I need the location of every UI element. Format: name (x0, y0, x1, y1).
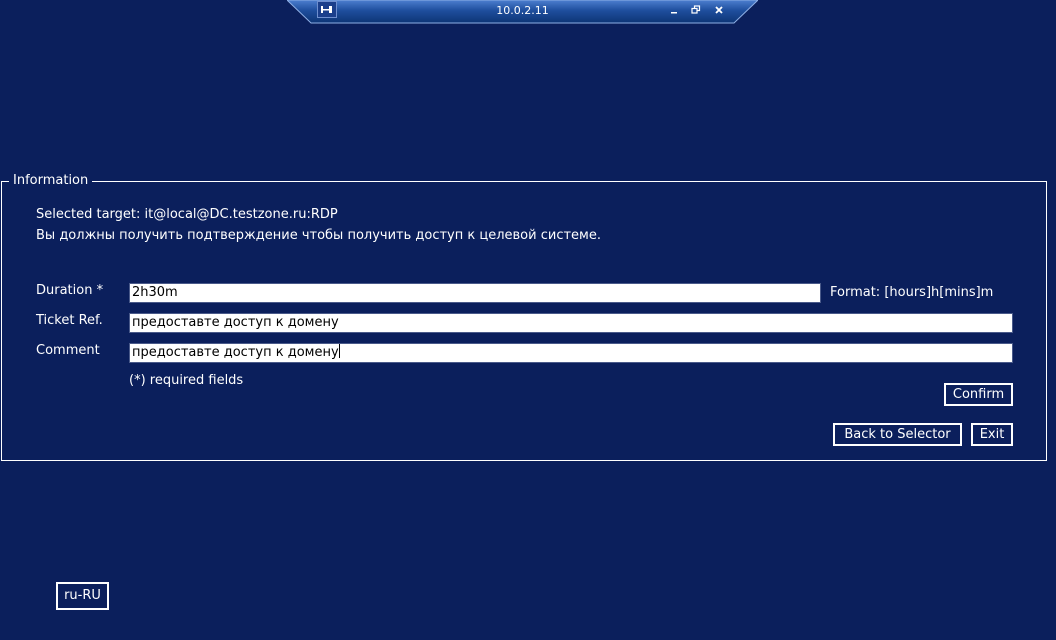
selected-target-text: Selected target: it@local@DC.testzone.ru… (36, 207, 338, 222)
connection-title: 10.0.2.11 (496, 4, 549, 17)
ticket-ref-value: предоставте доступ к домену (132, 315, 339, 330)
connection-bar: 10.0.2.11 (287, 0, 758, 24)
close-button[interactable] (712, 3, 726, 16)
comment-input[interactable]: предоставте доступ к домену (129, 343, 1013, 363)
close-icon (715, 5, 723, 14)
duration-format-hint: Format: [hours]h[mins]m (830, 285, 994, 300)
required-fields-note: (*) required fields (129, 373, 244, 388)
exit-button[interactable]: Exit (971, 423, 1013, 446)
back-to-selector-button[interactable]: Back to Selector (833, 423, 962, 446)
duration-value: 2h30m (132, 285, 178, 300)
information-panel: Information Selected target: it@local@DC… (1, 173, 1047, 461)
comment-value: предоставте доступ к домену (132, 345, 339, 360)
ticket-ref-input[interactable]: предоставте доступ к домену (129, 313, 1013, 333)
restore-button[interactable] (689, 3, 703, 16)
duration-label: Duration * (36, 283, 104, 298)
restore-icon (691, 4, 701, 14)
confirm-button[interactable]: Confirm (944, 383, 1013, 406)
locale-button[interactable]: ru-RU (56, 582, 109, 610)
ticket-ref-label: Ticket Ref. (36, 313, 103, 328)
information-legend: Information (9, 173, 93, 189)
minimize-icon (671, 11, 677, 13)
comment-label: Comment (36, 343, 100, 358)
text-caret (338, 344, 340, 358)
approval-message: Вы должны получить подтверждение чтобы п… (36, 228, 601, 243)
duration-input[interactable]: 2h30m (129, 283, 821, 303)
minimize-button[interactable] (667, 3, 681, 16)
